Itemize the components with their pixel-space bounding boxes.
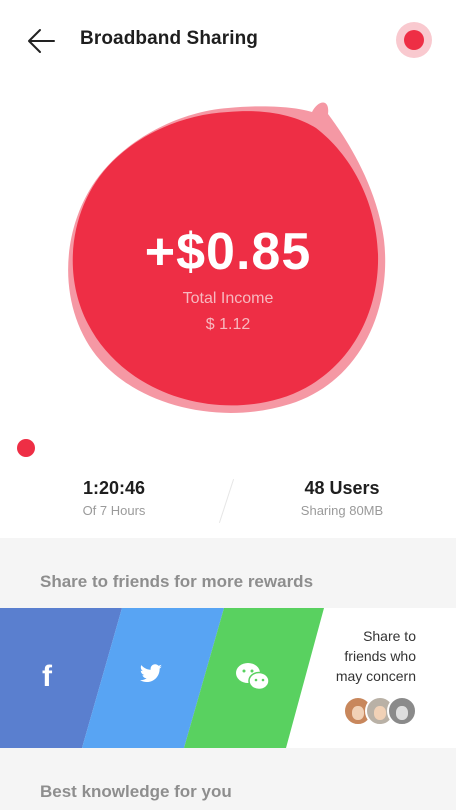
knowledge-section: Best knowledge for you: [0, 748, 456, 810]
users-stat: 48 Users Sharing 80MB: [242, 478, 442, 518]
share-wechat-button[interactable]: [215, 608, 315, 748]
record-dot-icon: [404, 30, 424, 50]
share-section-header: Share to friends for more rewards: [0, 538, 456, 608]
header: Broadband Sharing: [0, 0, 456, 84]
share-note-line: may concern: [335, 668, 416, 684]
share-note: Share to friends who may concern: [322, 626, 456, 686]
page-title: Broadband Sharing: [80, 28, 258, 49]
friend-avatars[interactable]: [343, 696, 423, 728]
time-value: 1:20:46: [82, 478, 146, 498]
wechat-icon: [236, 663, 270, 691]
share-row: f Share to friends who may concern: [0, 608, 456, 748]
income-value: +$0.85: [144, 223, 312, 281]
users-value: 48 Users: [304, 478, 380, 498]
share-twitter-button[interactable]: [115, 608, 215, 748]
twitter-icon: [139, 664, 162, 682]
share-note-line: Share to: [363, 628, 416, 644]
income-sub-value: $ 1.12: [205, 316, 251, 333]
time-stat: 1:20:46 Of 7 Hours: [14, 478, 214, 518]
indicator-dot: [17, 439, 35, 457]
share-title: Share to friends for more rewards: [40, 572, 314, 591]
income-blob: +$0.85 Total Income $ 1.12: [0, 90, 456, 420]
share-facebook-button[interactable]: f: [0, 608, 115, 748]
income-label: Total Income: [182, 290, 274, 307]
users-sub: Sharing 80MB: [300, 503, 384, 518]
back-button[interactable]: [24, 26, 58, 56]
record-button[interactable]: [396, 22, 432, 58]
arrow-left-icon: [28, 29, 55, 53]
stats-row: 1:20:46 Of 7 Hours 48 Users Sharing 80MB: [0, 470, 456, 538]
stats-divider: [218, 478, 235, 524]
avatar: [387, 696, 417, 726]
facebook-icon: f: [42, 660, 52, 693]
share-note-line: friends who: [344, 648, 416, 664]
time-sub: Of 7 Hours: [82, 503, 146, 518]
knowledge-title: Best knowledge for you: [40, 782, 232, 801]
